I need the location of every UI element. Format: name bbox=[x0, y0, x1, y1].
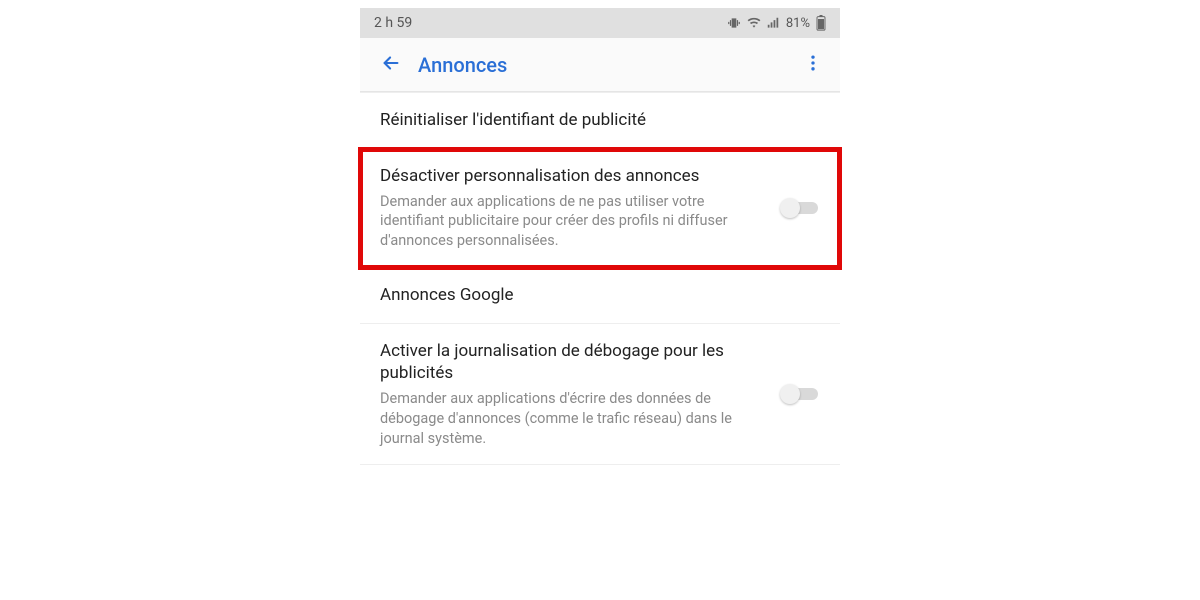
page-title: Annonces bbox=[418, 53, 796, 77]
row-subtitle: Demander aux applications d'écrire des d… bbox=[380, 389, 768, 448]
status-icons: 81% bbox=[726, 15, 826, 31]
row-title: Désactiver personnalisation des annonces bbox=[380, 165, 768, 188]
signal-icon bbox=[766, 16, 780, 30]
more-vertical-icon bbox=[803, 53, 823, 77]
wifi-icon bbox=[746, 16, 762, 30]
debug-toggle[interactable] bbox=[780, 383, 820, 405]
opt-out-toggle[interactable] bbox=[780, 197, 820, 219]
row-google-ads[interactable]: Annonces Google bbox=[360, 268, 840, 324]
row-title: Annonces Google bbox=[380, 284, 820, 307]
vibrate-icon bbox=[726, 16, 742, 30]
settings-list: Réinitialiser l'identifiant de publicité… bbox=[360, 92, 840, 465]
row-debug-logging[interactable]: Activer la journalisation de débogage po… bbox=[360, 324, 840, 466]
row-opt-out-personalization[interactable]: Désactiver personnalisation des annonces… bbox=[360, 149, 840, 268]
row-title: Activer la journalisation de débogage po… bbox=[380, 340, 768, 386]
app-bar: Annonces bbox=[360, 38, 840, 92]
battery-icon bbox=[816, 15, 826, 31]
status-bar: 2 h 59 81% bbox=[360, 8, 840, 38]
overflow-menu-button[interactable] bbox=[796, 48, 830, 82]
status-time: 2 h 59 bbox=[374, 15, 412, 31]
phone-frame: 2 h 59 81% Annonces bbox=[360, 8, 840, 465]
row-title: Réinitialiser l'identifiant de publicité bbox=[380, 109, 820, 132]
row-reset-ad-id[interactable]: Réinitialiser l'identifiant de publicité bbox=[360, 92, 840, 149]
arrow-left-icon bbox=[380, 52, 402, 78]
battery-percent: 81% bbox=[786, 16, 810, 31]
back-button[interactable] bbox=[374, 48, 408, 82]
row-subtitle: Demander aux applications de ne pas util… bbox=[380, 192, 768, 251]
